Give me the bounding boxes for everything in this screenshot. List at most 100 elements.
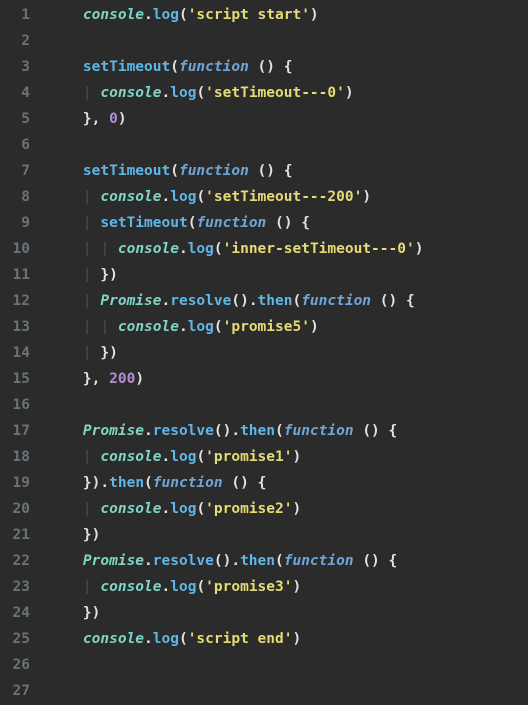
tok-dot: . [231,423,240,439]
tok-punc: ( [196,189,205,205]
code-line[interactable]: }) [48,522,423,548]
tok-guide: | [100,241,117,257]
code-line[interactable]: | }) [48,262,423,288]
tok-meth: resolve [153,553,214,569]
tok-sp [380,553,389,569]
code-line[interactable]: | | console.log('inner-setTimeout---0') [48,236,423,262]
tok-num: 200 [109,371,135,387]
tok-sp [249,59,258,75]
tok-dot: . [249,293,258,309]
tok-punc: ( [275,553,284,569]
tok-punc: ( [179,631,188,647]
tok-meth: log [170,501,196,517]
tok-punc: , [92,371,109,387]
code-line[interactable] [48,652,423,678]
tok-punc: ( [196,449,205,465]
tok-obj: console [118,319,179,335]
tok-dot: . [144,553,153,569]
code-line[interactable]: Promise.resolve().then(function () { [48,418,423,444]
tok-punc: () [214,553,231,569]
code-area[interactable]: console.log('script start') setTimeout(f… [44,0,423,705]
tok-brace: } [83,111,92,127]
code-line[interactable]: }).then(function () { [48,470,423,496]
tok-punc: () [214,423,231,439]
code-editor[interactable]: 1234567891011121314151617181920212223242… [0,0,528,705]
tok-dot: . [162,85,171,101]
code-line[interactable]: | | console.log('promise5') [48,314,423,340]
line-number: 3 [0,54,30,80]
code-line[interactable]: | console.log('promise2') [48,496,423,522]
tok-meth: resolve [153,423,214,439]
tok-punc: ) [310,7,319,23]
code-line[interactable]: }, 200) [48,366,423,392]
code-line[interactable]: | Promise.resolve().then(function () { [48,288,423,314]
code-line[interactable] [48,132,423,158]
tok-guide: | [100,319,117,335]
line-number: 12 [0,288,30,314]
tok-dot: . [162,293,171,309]
line-number: 1 [0,2,30,28]
tok-sp [48,553,83,569]
tok-meth: log [170,449,196,465]
code-line[interactable]: | console.log('promise1') [48,444,423,470]
tok-sp [266,215,275,231]
code-line[interactable]: | setTimeout(function () { [48,210,423,236]
line-number: 16 [0,392,30,418]
tok-punc: () [258,163,275,179]
code-line[interactable]: }) [48,600,423,626]
tok-obj: Promise [100,293,161,309]
tok-guide: | [83,215,100,231]
tok-punc: ) [292,631,301,647]
tok-guide: | [83,345,100,361]
tok-sp [48,215,83,231]
tok-meth: then [109,475,144,491]
code-line[interactable]: | console.log('setTimeout---200') [48,184,423,210]
tok-meth: log [188,241,214,257]
code-line[interactable]: console.log('script start') [48,2,423,28]
code-line[interactable]: Promise.resolve().then(function () { [48,548,423,574]
code-line[interactable]: setTimeout(function () { [48,54,423,80]
tok-sp [48,59,83,75]
tok-obj: Promise [83,553,144,569]
code-line[interactable] [48,392,423,418]
tok-punc: () [258,59,275,75]
code-line[interactable]: | console.log('setTimeout---0') [48,80,423,106]
tok-kw: function [196,215,266,231]
tok-kw: function [284,553,354,569]
tok-guide: | [83,293,100,309]
line-number: 15 [0,366,30,392]
tok-guide: | [83,449,100,465]
tok-meth: log [170,189,196,205]
tok-punc: () [362,423,379,439]
tok-obj: console [100,85,161,101]
tok-str: 'promise1' [205,449,292,465]
code-line[interactable] [48,678,423,704]
tok-brace: } [83,371,92,387]
tok-sp [48,527,83,543]
tok-sp [275,163,284,179]
tok-meth: setTimeout [83,59,170,75]
tok-punc: ( [214,241,223,257]
code-line[interactable]: | }) [48,340,423,366]
tok-obj: console [83,7,144,23]
tok-sp [48,267,83,283]
tok-meth: then [240,423,275,439]
tok-guide: | [83,189,100,205]
tok-obj: console [100,189,161,205]
tok-obj: console [118,241,179,257]
tok-str: 'setTimeout---0' [205,85,345,101]
code-line[interactable] [48,28,423,54]
line-number: 5 [0,106,30,132]
tok-brace: { [389,553,398,569]
code-line[interactable]: console.log('script end') [48,626,423,652]
tok-sp [48,579,83,595]
code-line[interactable]: | console.log('promise3') [48,574,423,600]
tok-meth: setTimeout [100,215,187,231]
code-line[interactable]: setTimeout(function () { [48,158,423,184]
tok-punc: () [380,293,397,309]
code-line[interactable]: }, 0) [48,106,423,132]
tok-str: 'script end' [188,631,293,647]
tok-guide: | [83,85,100,101]
tok-punc: () [275,215,292,231]
tok-brace: { [258,475,267,491]
